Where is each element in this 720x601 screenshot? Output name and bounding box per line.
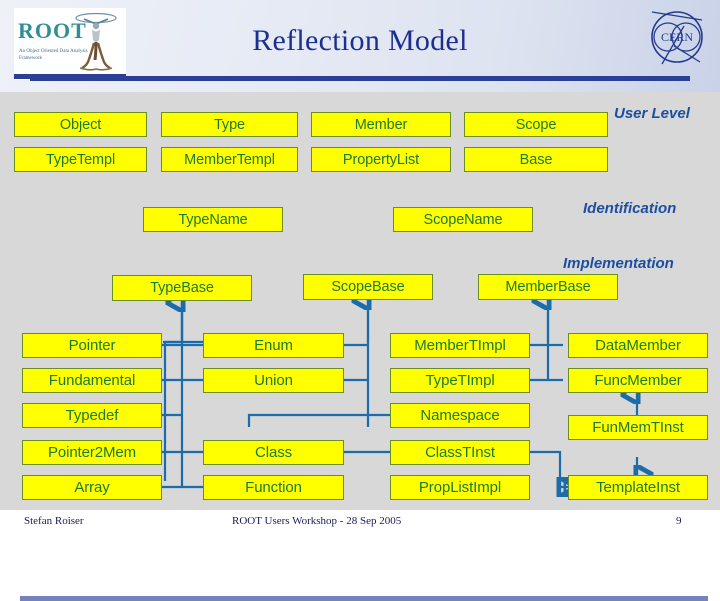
box-typedef[interactable]: Typedef <box>22 403 162 428</box>
box-namespace[interactable]: Namespace <box>390 403 530 428</box>
footer-divider <box>20 596 708 601</box>
box-typebase[interactable]: TypeBase <box>112 275 252 301</box>
label-identification: Identification <box>583 200 677 217</box>
footer-page-number: 9 <box>676 515 682 527</box>
box-funmemtinst[interactable]: FunMemTInst <box>568 415 708 440</box>
box-base[interactable]: Base <box>464 147 608 172</box>
box-scopename[interactable]: ScopeName <box>393 207 533 232</box>
label-user-level: User Level <box>614 105 690 122</box>
box-propertylist[interactable]: PropertyList <box>311 147 451 172</box>
box-function[interactable]: Function <box>203 475 344 500</box>
box-member[interactable]: Member <box>311 112 451 137</box>
page-title: Reflection Model <box>252 24 468 57</box>
box-membertimpl[interactable]: MemberTImpl <box>390 333 530 358</box>
box-type[interactable]: Type <box>161 112 298 137</box>
box-templateinst[interactable]: TemplateInst <box>568 475 708 500</box>
svg-text:CERN: CERN <box>661 30 693 44</box>
box-classtinst[interactable]: ClassTInst <box>390 440 530 465</box>
box-class[interactable]: Class <box>203 440 344 465</box>
box-pointer2mem[interactable]: Pointer2Mem <box>22 440 162 465</box>
box-typetimpl[interactable]: TypeTImpl <box>390 368 530 393</box>
box-membertempl[interactable]: MemberTempl <box>161 147 298 172</box>
cern-logo: CERN <box>651 11 703 65</box>
box-typename[interactable]: TypeName <box>143 207 283 232</box>
box-union[interactable]: Union <box>203 368 344 393</box>
box-memberbase[interactable]: MemberBase <box>478 274 618 300</box>
box-datamember[interactable]: DataMember <box>568 333 708 358</box>
box-array[interactable]: Array <box>22 475 162 500</box>
box-fundamental[interactable]: Fundamental <box>22 368 162 393</box>
box-typetempl[interactable]: TypeTempl <box>14 147 147 172</box>
header-divider <box>30 76 690 81</box>
box-funcmember[interactable]: FuncMember <box>568 368 708 393</box>
box-object[interactable]: Object <box>14 112 147 137</box>
box-proplistimpl[interactable]: PropListImpl <box>390 475 530 500</box>
box-pointer[interactable]: Pointer <box>22 333 162 358</box>
box-scopebase[interactable]: ScopeBase <box>303 274 433 300</box>
slide-header: ROOT An Object Oriented Data Analysis Fr… <box>0 0 720 92</box>
box-enum[interactable]: Enum <box>203 333 344 358</box>
footer-author: Stefan Roiser <box>24 515 84 527</box>
label-implementation: Implementation <box>563 255 674 272</box>
slide-footer: Stefan Roiser ROOT Users Workshop - 28 S… <box>0 510 720 540</box>
footer-event: ROOT Users Workshop - 28 Sep 2005 <box>232 515 402 527</box>
box-scope[interactable]: Scope <box>464 112 608 137</box>
slide-body: Object Type Member Scope User Level Type… <box>0 92 720 601</box>
